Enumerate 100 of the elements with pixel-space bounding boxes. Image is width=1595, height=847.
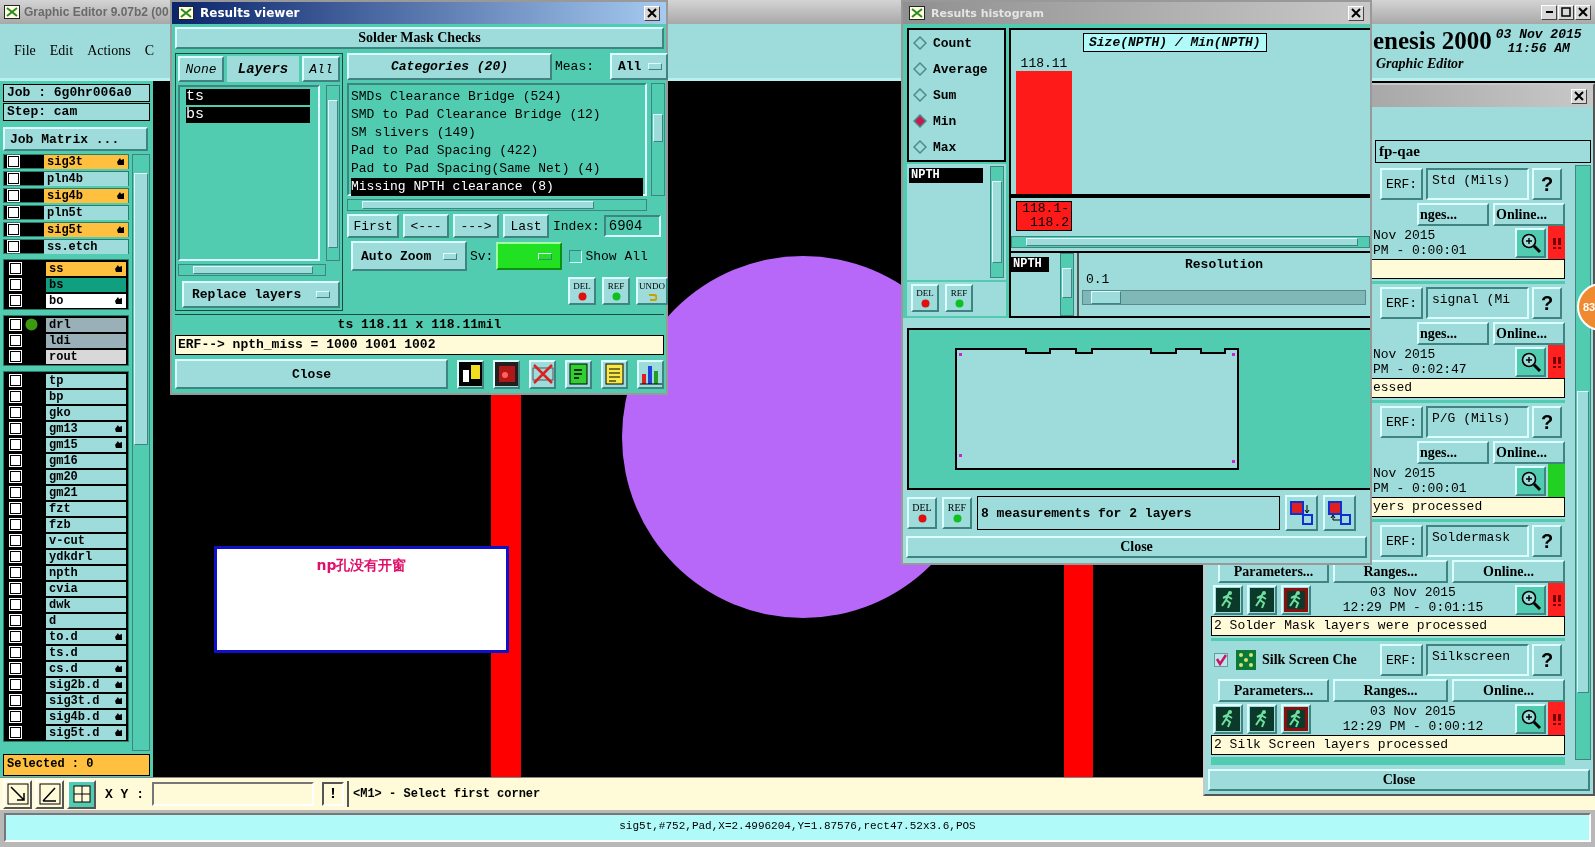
check-button[interactable]: Ranges... <box>1333 560 1448 583</box>
layer-checkbox[interactable] <box>10 263 21 274</box>
run-button[interactable] <box>1213 703 1243 734</box>
layer-checkbox[interactable] <box>8 224 19 235</box>
layer-checkbox[interactable] <box>10 319 21 330</box>
minimize-button[interactable] <box>1541 4 1557 20</box>
layer-toggle-button[interactable]: None <box>178 56 224 82</box>
layer-name[interactable]: bp <box>46 389 126 404</box>
maximize-button[interactable] <box>1558 4 1574 20</box>
layer-name[interactable]: fzt <box>46 501 126 516</box>
erf-field[interactable]: P/G (Mils) <box>1426 406 1529 438</box>
layer-name[interactable]: gm15 <box>46 437 126 452</box>
zoom-button[interactable] <box>1515 346 1546 377</box>
nav-button[interactable]: <--- <box>403 214 449 238</box>
erf-field[interactable]: signal (Mi <box>1426 287 1529 319</box>
layer-checkbox[interactable] <box>10 727 21 738</box>
layer-checkbox[interactable] <box>10 567 21 578</box>
check-button[interactable]: Online... <box>1493 203 1565 226</box>
menu-item[interactable]: File <box>14 43 36 60</box>
layer-checkbox[interactable] <box>8 190 19 201</box>
layer-name[interactable]: ss <box>46 261 126 276</box>
layer-name[interactable]: fzb <box>46 517 126 532</box>
list-item[interactable]: NPTH <box>1011 256 1049 272</box>
toolbar-button[interactable] <box>1323 495 1356 531</box>
layer-checkbox[interactable] <box>10 599 21 610</box>
layer-checkbox[interactable] <box>10 407 21 418</box>
erf-button[interactable]: ERF: <box>1380 525 1423 557</box>
erf-button[interactable]: ERF: <box>1380 287 1423 319</box>
layer-checkbox[interactable] <box>10 487 21 498</box>
layer-checkbox[interactable] <box>10 551 21 562</box>
nav-button[interactable]: First <box>347 214 399 238</box>
layer-checkbox[interactable] <box>10 583 21 594</box>
scrollbar[interactable] <box>347 199 647 211</box>
layer-name[interactable]: ydkdrl <box>46 549 126 564</box>
layer-checkbox[interactable] <box>10 615 21 626</box>
scrollbar[interactable] <box>178 264 326 276</box>
layer-name[interactable]: drl <box>46 317 126 332</box>
zoom-mode-dropdown[interactable]: Auto Zoom <box>351 241 467 271</box>
layer-name[interactable]: dwk <box>46 597 126 612</box>
layer-checkbox[interactable] <box>10 503 21 514</box>
action-button[interactable]: UNDO <box>636 277 668 305</box>
list-item[interactable]: SMD to Pad Clearance Bridge (12) <box>351 106 643 124</box>
close-button[interactable] <box>1348 5 1364 21</box>
help-button[interactable]: ? <box>1532 287 1562 319</box>
layer-name[interactable]: sig4b <box>44 188 128 203</box>
layer-checkbox[interactable] <box>10 391 21 402</box>
list-item[interactable]: NPTH <box>909 168 983 183</box>
zoom-button[interactable] <box>1515 465 1546 496</box>
layer-checkbox[interactable] <box>10 335 21 346</box>
scrollbar[interactable] <box>326 85 340 261</box>
layer-name[interactable]: ts.d <box>46 645 126 660</box>
layer-name[interactable]: gm20 <box>46 469 126 484</box>
zoom-button[interactable] <box>1515 227 1546 258</box>
radio-button[interactable] <box>913 62 927 76</box>
layer-checkbox[interactable] <box>10 279 21 290</box>
run-button[interactable] <box>1213 584 1243 615</box>
layer-checkbox[interactable] <box>10 519 21 530</box>
severity-dropdown[interactable] <box>496 242 563 270</box>
layer-checkbox[interactable] <box>10 471 21 482</box>
layer-name[interactable]: npth <box>46 565 126 580</box>
radio-button[interactable] <box>913 36 927 50</box>
layer-name[interactable]: d <box>46 613 126 628</box>
layer-checkbox[interactable] <box>10 439 21 450</box>
action-button[interactable]: DEL <box>911 284 939 312</box>
layer-toggle-button[interactable]: All <box>302 56 340 82</box>
check-button[interactable]: Online... <box>1493 322 1565 345</box>
run-button[interactable] <box>1247 703 1277 734</box>
alert-button[interactable]: ! <box>322 782 344 806</box>
layer-name[interactable]: cvia <box>46 581 126 596</box>
layer-checkbox[interactable] <box>10 455 21 466</box>
layer-checkbox[interactable] <box>10 647 21 658</box>
scrollbar[interactable] <box>132 154 150 751</box>
toolbar-button[interactable] <box>1285 495 1318 531</box>
layer-name[interactable]: sig2b.d <box>46 677 126 692</box>
tool-button[interactable] <box>3 779 32 809</box>
layer-name[interactable]: gm21 <box>46 485 126 500</box>
list-item[interactable]: SM slivers (149) <box>351 124 643 142</box>
erf-button[interactable]: ERF: <box>1380 644 1423 676</box>
list-item[interactable]: Pad to Pad Spacing (422) <box>351 142 643 160</box>
help-button[interactable]: ? <box>1532 406 1562 438</box>
action-button[interactable]: REF <box>602 277 630 305</box>
layer-checkbox[interactable] <box>8 156 19 167</box>
toolbar-button[interactable] <box>493 359 520 389</box>
help-button[interactable]: ? <box>1532 644 1562 676</box>
check-button[interactable]: Ranges... <box>1333 679 1448 702</box>
menu-item[interactable]: C <box>144 43 155 60</box>
layer-name[interactable]: ldi <box>46 333 126 348</box>
tool-button[interactable] <box>67 779 96 809</box>
layer-checkbox[interactable] <box>10 711 21 722</box>
nav-button[interactable]: ---> <box>453 214 499 238</box>
layer-checkbox[interactable] <box>10 295 21 306</box>
check-button[interactable]: Online... <box>1452 560 1565 583</box>
check-button[interactable]: Online... <box>1452 679 1565 702</box>
layer-checkbox[interactable] <box>10 375 21 386</box>
action-button[interactable]: REF <box>945 284 973 312</box>
layer-checkbox[interactable] <box>10 351 21 362</box>
layer-name[interactable]: to.d <box>46 629 126 644</box>
layer-checkbox[interactable] <box>8 241 19 252</box>
layer-checkbox[interactable] <box>10 663 21 674</box>
menu-item[interactable]: Edit <box>49 43 74 60</box>
